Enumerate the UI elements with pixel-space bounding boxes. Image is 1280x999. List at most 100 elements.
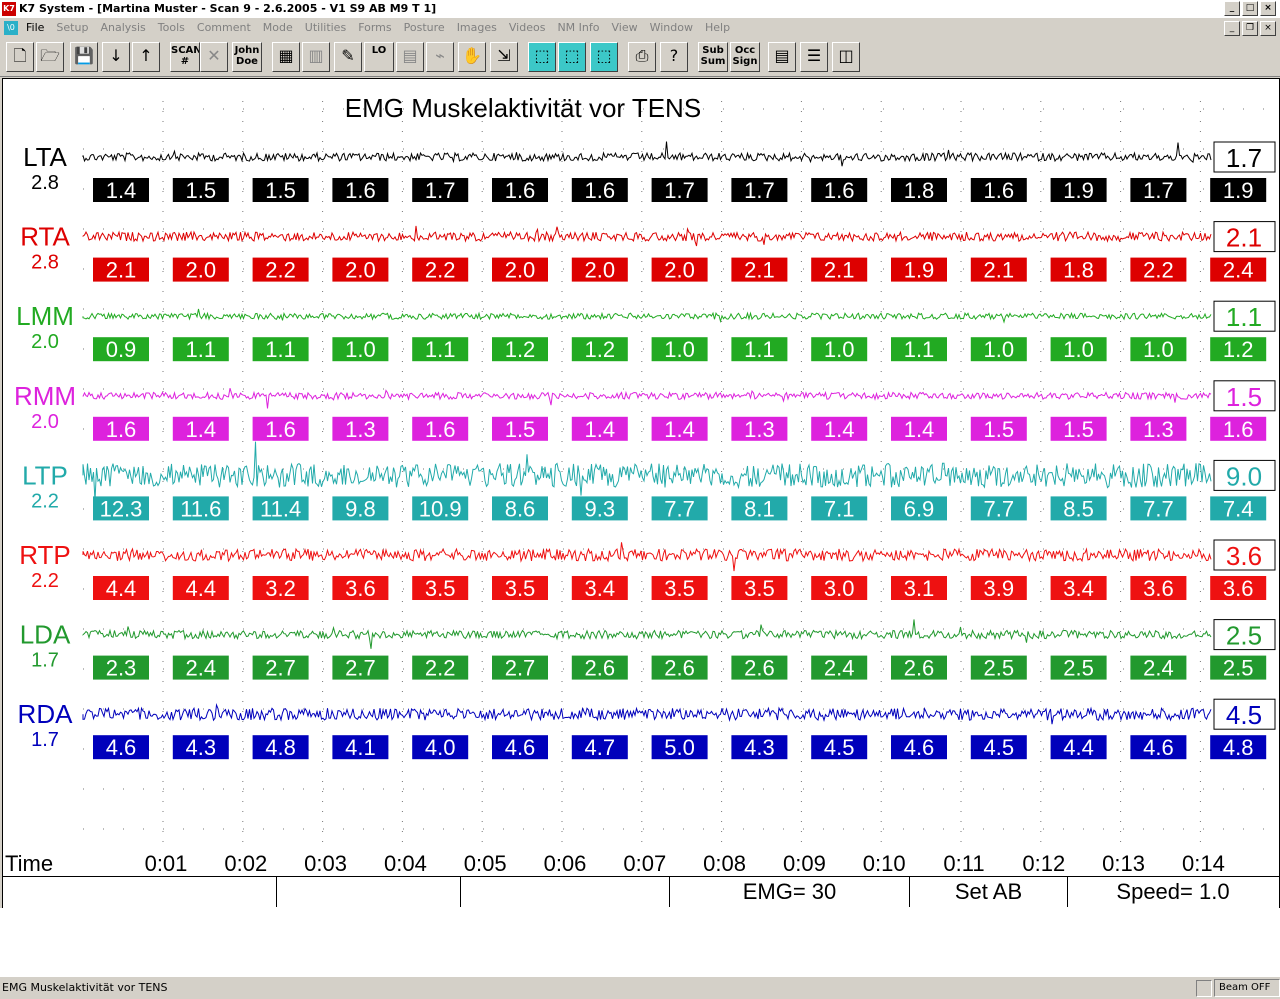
doc-close-button[interactable]: × <box>1260 21 1276 36</box>
value-label-rta: 2.0 <box>186 258 217 283</box>
cursor-icon: ⇲ <box>497 46 511 65</box>
current-value-rda: 4.5 <box>1226 700 1262 730</box>
value-label-rta: 1.8 <box>1063 258 1094 283</box>
menu-videos[interactable]: Videos <box>509 21 546 34</box>
menu-view[interactable]: View <box>611 21 637 34</box>
value-label-rmm: 1.3 <box>744 417 775 442</box>
value-label-lda: 2.6 <box>904 656 935 681</box>
close-button[interactable]: × <box>1260 1 1276 16</box>
cyan1-button[interactable]: ⬚ <box>528 42 556 72</box>
value-label-rda: 4.1 <box>345 735 376 760</box>
value-label-lmm: 1.1 <box>425 337 456 362</box>
menu-file[interactable]: File <box>26 21 44 34</box>
time-tick-label: 0:02 <box>224 851 267 876</box>
time-tick-label: 0:03 <box>304 851 347 876</box>
cyan2-button[interactable]: ⬚ <box>558 42 586 72</box>
menu-nm-info[interactable]: NM Info <box>557 21 599 34</box>
value-label-lta: 1.6 <box>824 178 855 203</box>
cursor-button[interactable]: ⇲ <box>490 42 518 72</box>
up-button[interactable]: ↑ <box>132 42 160 72</box>
channel-scale-lda: 1.7 <box>31 650 59 672</box>
value-label-ltp: 9.3 <box>585 496 616 521</box>
scan-button[interactable]: SCAN # <box>170 42 200 72</box>
menu-comment[interactable]: Comment <box>197 21 251 34</box>
value-label-lda: 2.7 <box>265 656 296 681</box>
menu-images[interactable]: Images <box>457 21 497 34</box>
value-label-rda: 4.3 <box>744 735 775 760</box>
menu-bar: \0 File Setup Analysis Tools Comment Mode Util… <box>0 18 1280 38</box>
value-label-lta: 1.6 <box>585 178 616 203</box>
tile-button[interactable]: ▤ <box>768 42 796 72</box>
hand-icon: ✋ <box>462 46 482 65</box>
value-label-lda: 2.4 <box>824 656 855 681</box>
time-tick-label: 0:13 <box>1102 851 1145 876</box>
lo-button[interactable]: LO <box>364 42 394 72</box>
time-tick-label: 0:10 <box>863 851 906 876</box>
value-label-lmm: 1.0 <box>345 337 376 362</box>
trace-lmm <box>82 308 1212 324</box>
grid-dim-button[interactable]: ▤ <box>396 42 424 72</box>
value-label-rtp: 3.4 <box>585 576 616 601</box>
lo-icon: LO <box>371 45 387 56</box>
john-doe-button[interactable]: John Doe <box>232 42 262 72</box>
value-label-ltp: 11.6 <box>180 496 221 521</box>
toolbar: 🗋 🗁 💾 ↓ ↑ SCAN # ✕ John Doe ▦ ▥ ✎ LO ▤ ⌁ ✋ ⇲ ⬚ ⬚ ⬚ ⎙? Sub Su… <box>0 38 1280 77</box>
down-button[interactable]: ↓ <box>102 42 130 72</box>
scan-number-icon: SCAN # <box>171 45 200 67</box>
doc-restore-button[interactable]: ❐ <box>1242 21 1258 36</box>
title-bar: K7 K7 System - [Martina Muster - Scan 9 … <box>0 0 1280 18</box>
value-label-rta: 2.1 <box>984 258 1015 283</box>
menu-setup[interactable]: Setup <box>56 21 88 34</box>
menu-posture[interactable]: Posture <box>404 21 445 34</box>
menu-help[interactable]: Help <box>705 21 730 34</box>
value-label-lmm: 1.0 <box>1063 337 1094 362</box>
vsplit-button[interactable]: ◫ <box>832 42 860 72</box>
maximize-button[interactable]: □ <box>1242 1 1258 16</box>
menu-window[interactable]: Window <box>650 21 693 34</box>
time-tick-label: 0:01 <box>145 851 188 876</box>
menu-mode[interactable]: Mode <box>263 21 293 34</box>
menu-forms[interactable]: Forms <box>358 21 391 34</box>
occ-sign-button[interactable]: Occ Sign <box>730 42 760 72</box>
trace-dim-button[interactable]: ⌁ <box>426 42 454 72</box>
channel-label-lda: LDA <box>20 620 71 650</box>
doc-minimize-button[interactable]: _ <box>1224 21 1240 36</box>
tools-dim-button[interactable]: ✕ <box>200 42 228 72</box>
new-doc-button[interactable]: 🗋 <box>6 42 34 72</box>
value-label-rda: 4.7 <box>585 735 616 760</box>
time-axis-label: Time <box>5 851 53 876</box>
value-label-rta: 1.9 <box>904 258 935 283</box>
value-label-lda: 2.7 <box>345 656 376 681</box>
minimize-button[interactable]: _ <box>1224 1 1240 16</box>
value-label-lda: 2.7 <box>505 656 536 681</box>
status-bar: EMG Muskelaktivität vor TENS Beam OFF <box>0 976 1280 999</box>
speed-value-cell: Speed= 1.0 <box>1116 879 1230 904</box>
document-icon[interactable]: \0 <box>4 21 18 35</box>
trace-rmm <box>82 388 1212 409</box>
value-label-lmm: 1.1 <box>904 337 935 362</box>
pencil-button[interactable]: ✎ <box>334 42 362 72</box>
open-button[interactable]: 🗁 <box>36 42 64 72</box>
sub-sum-button[interactable]: Sub Sum <box>698 42 728 72</box>
value-label-lta: 1.7 <box>664 178 695 203</box>
menu-tools[interactable]: Tools <box>158 21 185 34</box>
time-tick-label: 0:09 <box>783 851 826 876</box>
help-button[interactable]: ? <box>660 42 688 72</box>
value-label-rtp: 3.1 <box>904 576 935 601</box>
hand-button[interactable]: ✋ <box>458 42 486 72</box>
bars-button[interactable]: ▥ <box>302 42 330 72</box>
hsplit-button[interactable]: ☰ <box>800 42 828 72</box>
value-label-rtp: 3.0 <box>824 576 855 601</box>
value-label-rmm: 1.5 <box>984 417 1015 442</box>
menu-utilities[interactable]: Utilities <box>305 21 346 34</box>
cyan3-button[interactable]: ⬚ <box>590 42 618 72</box>
print-button[interactable]: ⎙ <box>628 42 656 72</box>
table-button[interactable]: ▦ <box>272 42 300 72</box>
save-button[interactable]: 💾 <box>70 42 98 72</box>
value-label-rtp: 3.2 <box>265 576 296 601</box>
value-label-rmm: 1.4 <box>585 417 616 442</box>
trace-rda <box>82 703 1212 725</box>
value-label-rmm: 1.3 <box>345 417 376 442</box>
value-label-rta: 2.1 <box>824 258 855 283</box>
menu-analysis[interactable]: Analysis <box>100 21 145 34</box>
